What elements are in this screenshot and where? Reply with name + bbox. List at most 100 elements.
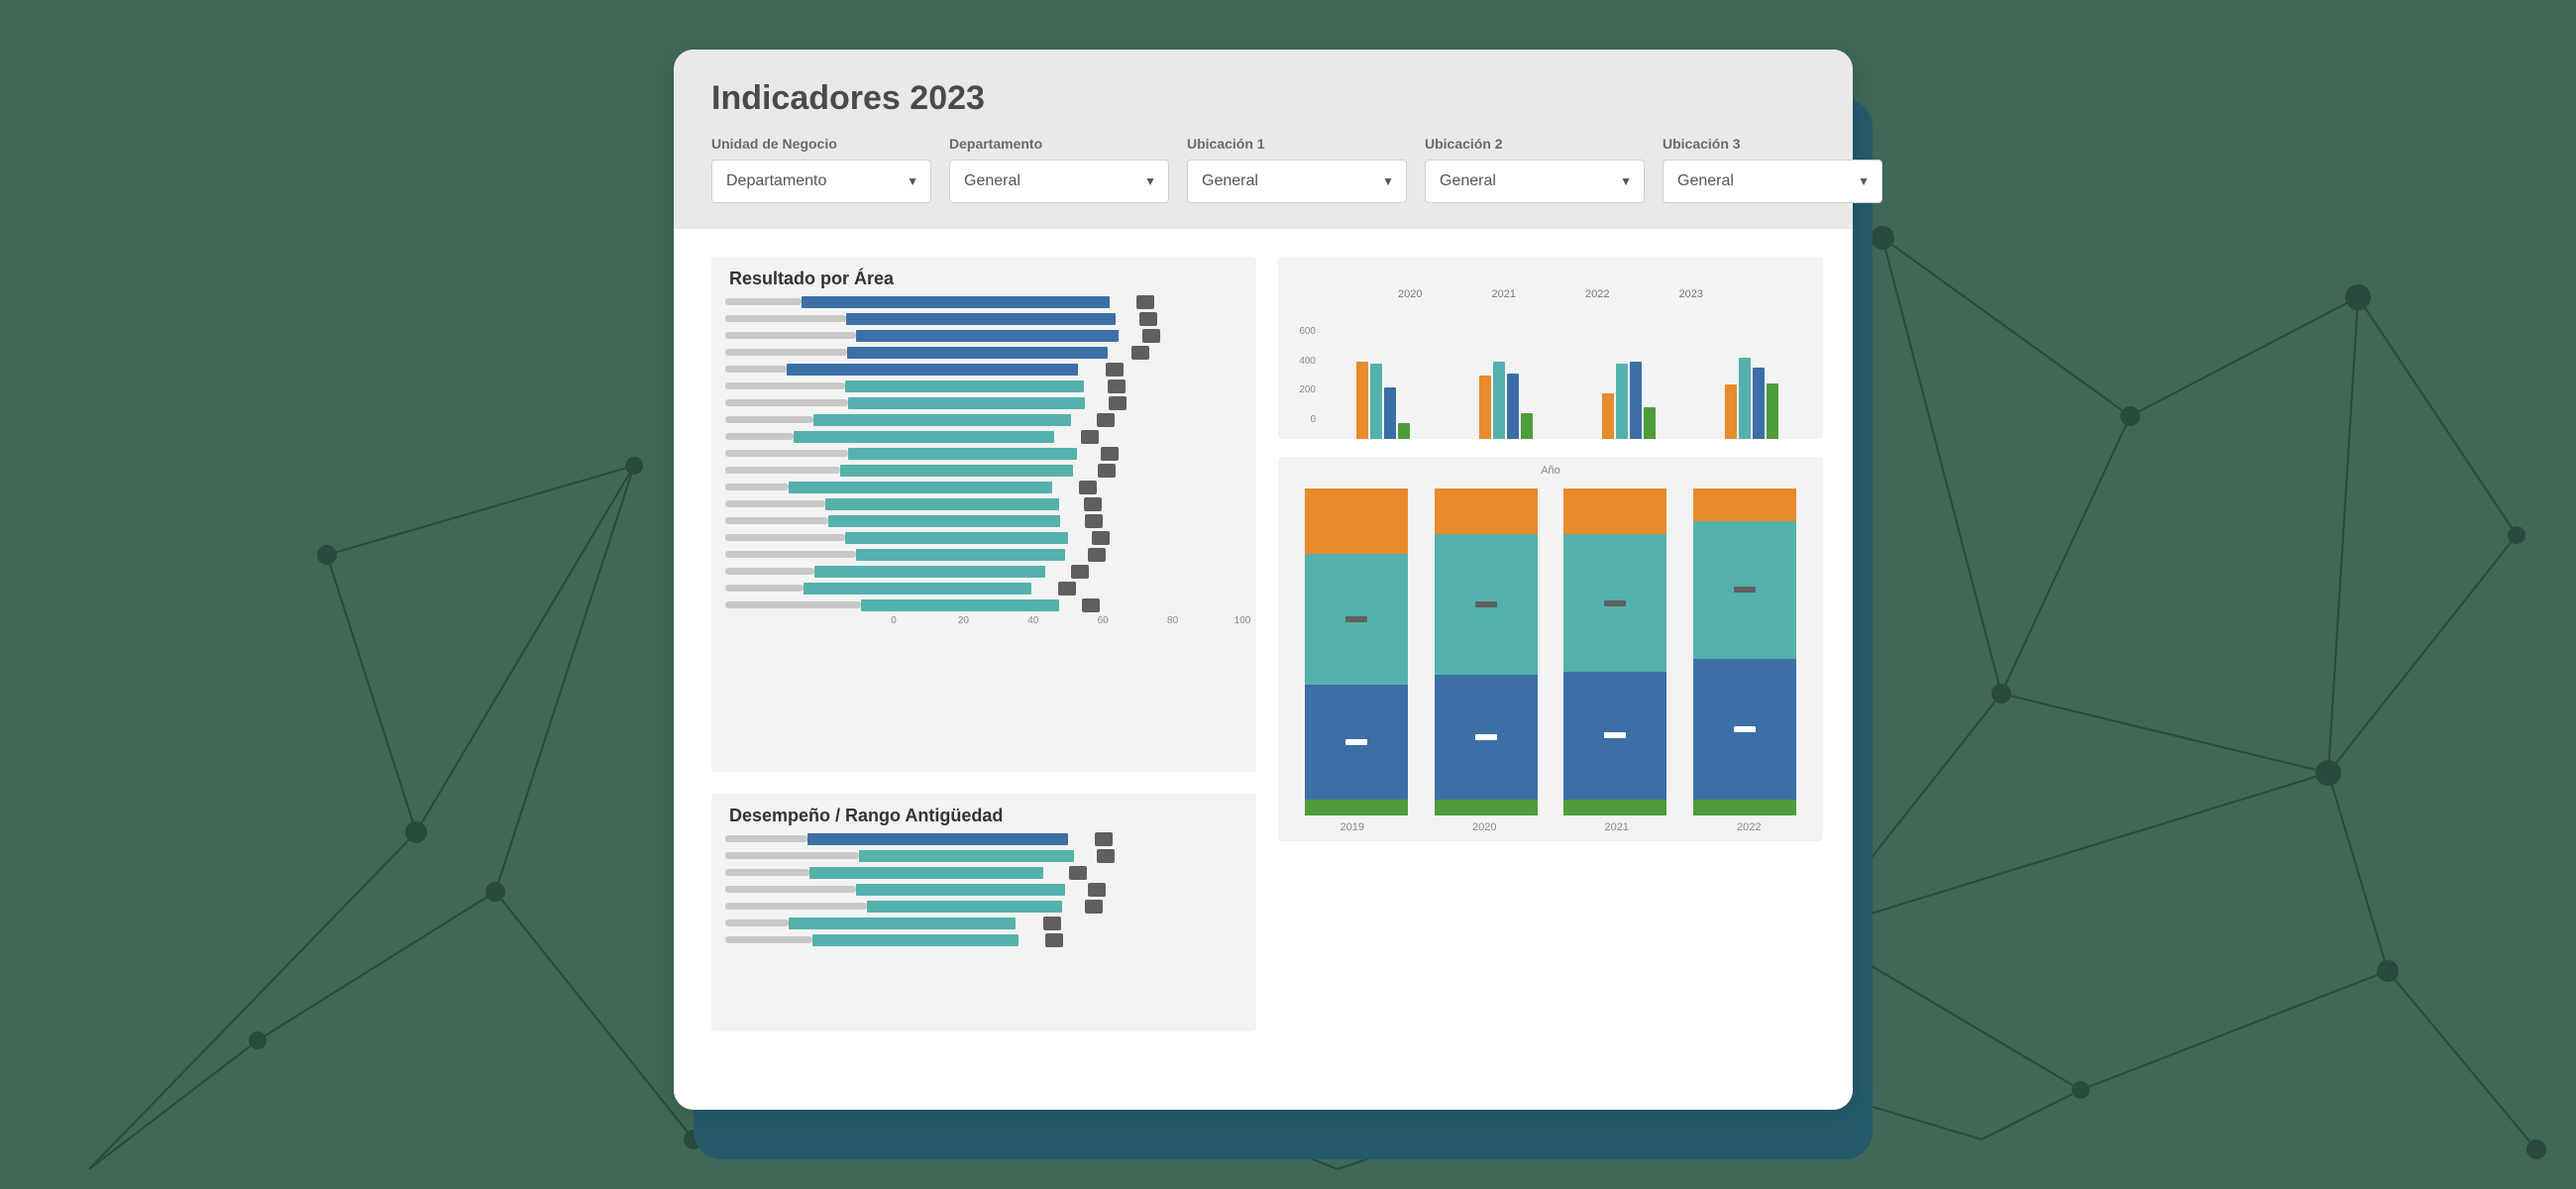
hbar-marker [1081, 430, 1099, 444]
stack-segment-teal [1563, 534, 1666, 672]
filter-select[interactable]: General▼ [949, 160, 1169, 203]
hbar-marker [1097, 413, 1115, 427]
stack-segment-blue [1563, 672, 1666, 800]
hbar-row [725, 312, 1242, 325]
panel-grouped-yearly: 2020202120222023 6004002000 [1278, 257, 1823, 439]
hbar-marker [1088, 548, 1106, 562]
hbar-marker [1139, 312, 1157, 326]
hbar-marker [1058, 582, 1076, 595]
category-label: 2019 [1341, 821, 1364, 833]
axis-tick: 600 [1282, 326, 1316, 337]
filter-label: Unidad de Negocio [711, 136, 931, 152]
axis-tick: 40 [1027, 615, 1038, 626]
hbar-fill [825, 498, 1059, 510]
hbar-marker [1108, 379, 1126, 393]
hbar-track [789, 918, 1242, 929]
filter-label: Ubicación 1 [1187, 136, 1407, 152]
stack-segment-blue [1435, 675, 1538, 799]
filter-select[interactable]: Departamento▼ [711, 160, 931, 203]
hbar-track [804, 583, 1242, 594]
dashboard-header: Indicadores 2023 Unidad de NegocioDepart… [674, 50, 1853, 229]
category-placeholder [725, 298, 802, 305]
hbar-track [840, 465, 1242, 477]
hbar-fill [840, 465, 1074, 477]
hbar-fill [861, 599, 1059, 611]
bar [1616, 364, 1628, 439]
filter-1: DepartamentoGeneral▼ [949, 136, 1169, 203]
hbar-row [725, 481, 1242, 493]
hbar-marker [1088, 883, 1106, 897]
hbar-row [725, 346, 1242, 359]
hbar-track [812, 934, 1242, 946]
axis-tick: 20 [958, 615, 969, 626]
category-placeholder [725, 585, 804, 592]
category-placeholder [725, 869, 809, 876]
hbar-marker [1131, 346, 1149, 360]
category-placeholder [725, 568, 814, 575]
hbar-track [814, 566, 1242, 578]
filter-bar: Unidad de Negocio Departamento▼ Departamen… [711, 136, 1815, 203]
hbar-fill [845, 532, 1067, 544]
hbar-track [867, 901, 1242, 913]
hbar-marker [1043, 917, 1061, 930]
hbar-track [848, 397, 1242, 409]
chevron-down-icon: ▼ [1144, 174, 1156, 188]
hbar-row [725, 413, 1242, 426]
stack-segment-orange [1305, 488, 1408, 554]
bar [1630, 362, 1642, 439]
stack-segment-orange [1435, 488, 1538, 534]
category-placeholder [725, 886, 856, 893]
stack-segment-orange [1563, 488, 1666, 534]
hbar-track [789, 482, 1242, 493]
hbar-row [725, 598, 1242, 611]
stacked-bar [1435, 488, 1538, 815]
filter-select[interactable]: General ▼ [1187, 160, 1407, 203]
bar [1493, 362, 1505, 439]
category-placeholder [725, 500, 825, 507]
category-placeholder [725, 382, 845, 389]
hbar-track [813, 414, 1242, 426]
hbar-fill [802, 296, 1111, 308]
hbar-fill [856, 884, 1065, 896]
panel-title: Desempeño / Rango Antigüedad [729, 806, 1242, 826]
category-placeholder [725, 534, 845, 541]
category-placeholder [725, 450, 848, 457]
bar-group [1479, 362, 1533, 439]
category-placeholder [725, 467, 840, 474]
filter-value: General [1677, 172, 1734, 190]
hbar-row [725, 917, 1242, 929]
hbar-track [807, 833, 1242, 845]
filter-select[interactable]: General▼ [1663, 160, 1882, 203]
hbar-row [725, 900, 1242, 913]
hbar-fill [809, 867, 1043, 879]
category-placeholder [725, 366, 787, 373]
hbar-marker [1071, 565, 1089, 579]
hbar-fill [794, 431, 1054, 443]
filter-select[interactable]: General▼ [1425, 160, 1645, 203]
hbar-track [847, 347, 1242, 359]
filter-label: Ubicación 2 [1425, 136, 1645, 152]
filter-value: General [1202, 172, 1258, 190]
hbar-row [725, 933, 1242, 946]
hbar-track [856, 330, 1242, 342]
filter-3: Ubicación 2 General▼ [1425, 136, 1645, 203]
hbar-row [725, 430, 1242, 443]
hbar-row [725, 497, 1242, 510]
hbar-row [725, 514, 1242, 527]
axis-tick: 400 [1282, 356, 1316, 367]
category-placeholder [725, 315, 846, 322]
hbar-marker [1109, 396, 1127, 410]
bar [1356, 362, 1368, 439]
bar [1370, 364, 1382, 439]
legend-item: 2022 [1585, 288, 1609, 300]
hbar-track [848, 448, 1242, 460]
hbar-fill [848, 397, 1085, 409]
chevron-down-icon: ▼ [1382, 174, 1394, 188]
category-placeholder [725, 517, 828, 524]
stack-segment-teal [1305, 554, 1408, 685]
hbar-row [725, 464, 1242, 477]
bar [1398, 423, 1410, 439]
hbar-track [861, 599, 1242, 611]
hbar-marker [1092, 531, 1110, 545]
grouped-yaxis: 6004002000 [1282, 326, 1316, 425]
